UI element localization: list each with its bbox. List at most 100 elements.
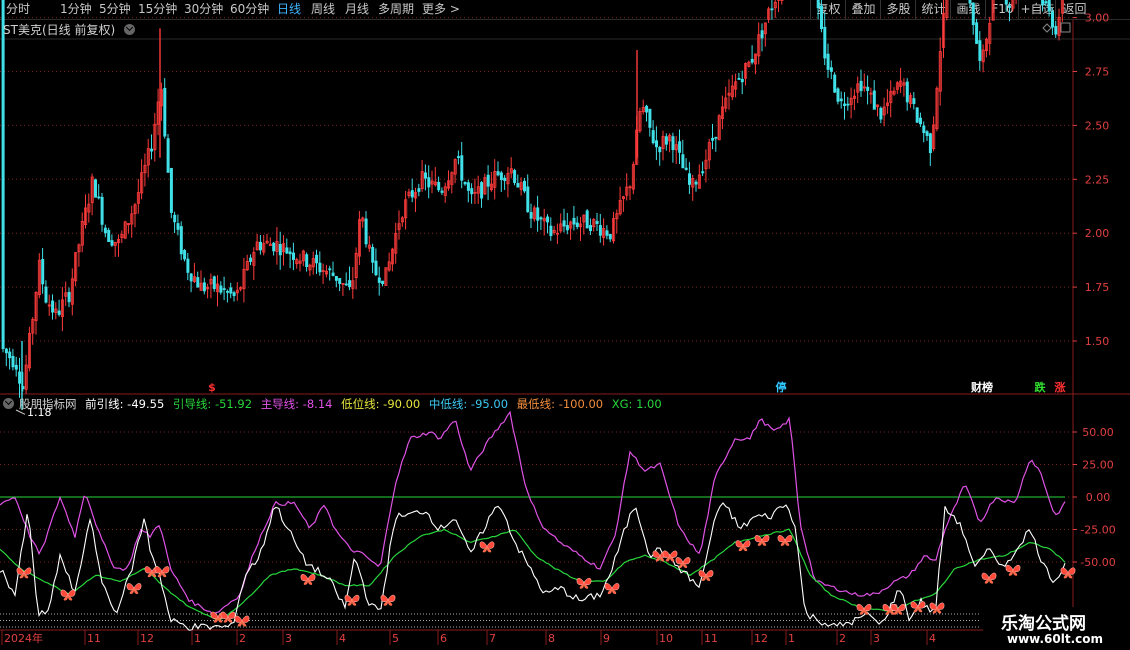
candle-body [1051,11,1055,28]
butterfly-wing [669,550,678,558]
time-axis-label: 10 [659,632,673,645]
butterfly-wing [126,583,135,591]
stock-title: ST美克(日线 前复权) [3,23,116,37]
butterfly-icon [735,540,751,552]
butterfly-icon [1005,564,1021,576]
candle-body [334,275,338,281]
candle-body [658,147,662,153]
butterfly-wing [682,557,691,565]
kline-chart[interactable]: 4.003.753.503.253.002.752.502.252.001.75… [0,0,1130,650]
candle-body [546,216,550,223]
butterfly-wing [161,566,170,574]
candle-body [189,273,193,282]
butterfly-wing [981,572,990,580]
candle-body [503,177,507,181]
butterfly-wing [1060,567,1069,575]
price-tick-label: 3.00 [1085,12,1110,25]
event-marker: $ [208,381,216,394]
butterfly-icon [300,574,316,585]
indicator-value-xg: XG: 1.00 [611,397,662,411]
candle-body [928,133,932,154]
candle-body [225,290,229,293]
candle-body [919,117,923,125]
candle-body [701,171,705,174]
butterfly-icon [929,602,945,614]
candle-body [605,230,609,236]
butterfly-wing [988,572,997,580]
butterfly-icon [981,572,997,584]
candle-body [41,259,45,285]
time-axis-label: 4 [929,632,936,645]
candle-body [968,0,972,4]
candle-body [57,310,61,315]
candle-body [539,217,543,220]
time-axis-label: 6 [440,632,447,645]
candle-body [879,107,883,120]
candle-body [565,225,569,231]
butterfly-wing [611,583,620,591]
time-axis-label: 4 [339,632,346,645]
candle-body [258,241,262,251]
candle-body [94,179,98,198]
butterfly-wing [936,602,945,610]
candle-body [516,183,520,188]
butterfly-wing [784,535,793,543]
time-axis-label: 3 [873,632,880,645]
candle-body [44,286,48,303]
butterfly-wing [761,535,770,543]
candle-body [1047,0,1051,12]
butterfly-wing [486,541,495,549]
butterfly-wing [583,577,592,586]
candle-body [291,252,295,260]
butterfly-wing [1012,564,1021,573]
butterfly-icon [604,583,620,594]
candle-body [684,167,688,170]
candle-body [688,173,692,185]
candle-body [437,181,441,191]
candle-body [417,188,421,192]
indicator-tick-label: 0.00 [1086,491,1111,504]
butterfly-wing [154,566,163,574]
chevron-down-icon[interactable] [123,24,135,35]
candle-body [305,254,309,268]
butterfly-wing [351,594,360,602]
butterfly-wing [882,603,891,612]
candle-body [18,371,22,384]
candle-body [212,276,216,290]
time-axis-label: 12 [140,632,154,645]
candle-body [331,272,335,276]
indicator-name: 股朋指标网 [19,397,77,411]
butterfly-icon [910,601,926,613]
butterfly-wing [144,566,153,574]
indicator-title: 股朋指标网 前引线: -49.55 引导线: -51.92 主导线: -8.14… [3,396,667,412]
butterfly-icon [754,535,770,546]
candle-body [377,277,381,283]
butterfly-wing [856,603,865,612]
candle-body [681,154,685,169]
candle-body [344,283,348,286]
candle-body [272,242,276,252]
chevron-down-icon[interactable] [3,398,14,409]
candle-body [549,225,553,237]
indicator-value-qianyin: 前引线: -49.55 [85,397,165,411]
qianyin-line [0,502,1066,631]
candle-body [381,280,385,285]
candle-body [166,138,170,173]
diamond-icon [1042,23,1052,33]
price-tick-label: 1.50 [1085,335,1110,348]
candle-body [14,364,18,370]
butterfly-wing [1005,564,1014,573]
butterfly-wing [917,601,926,609]
butterfly-wing [380,594,389,602]
candle-body [486,174,490,187]
candle-body [711,137,715,141]
butterfly-icon [380,594,396,606]
candle-body [575,222,579,228]
candle-body [427,177,431,188]
candle-body [173,214,177,223]
candle-body [839,98,843,102]
butterfly-wing [897,603,906,612]
candle-body [829,67,833,72]
candle-body [456,156,460,158]
candle-body [288,251,292,255]
